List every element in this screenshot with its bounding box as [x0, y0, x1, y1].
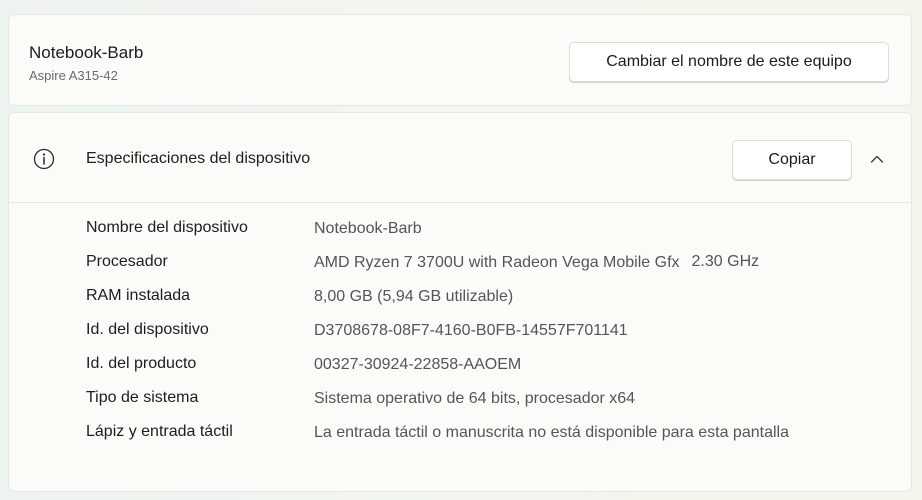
- spec-label: Tipo de sistema: [86, 389, 199, 406]
- processor-speed: 2.30 GHz: [691, 253, 760, 270]
- spec-label: Id. del producto: [86, 355, 197, 372]
- section-title: Especificaciones del dispositivo: [86, 150, 311, 167]
- spec-row-product-id: Id. del producto 00327-30924-22858-AAOEM: [86, 353, 896, 387]
- spec-label: Lápiz y entrada táctil: [86, 423, 233, 440]
- spec-value: D3708678-08F7-4160-B0FB-14557F701141: [314, 322, 628, 339]
- spec-value: Notebook-Barb: [314, 220, 422, 237]
- device-name: Notebook-Barb: [29, 43, 144, 62]
- spec-row-device-name: Nombre del dispositivo Notebook-Barb: [86, 217, 896, 251]
- spec-value: Sistema operativo de 64 bits, procesador…: [314, 390, 636, 407]
- spec-label: Procesador: [86, 253, 168, 270]
- device-name-card: Notebook-Barb Aspire A315-42 Cambiar el …: [8, 14, 912, 106]
- specifications-list: Nombre del dispositivo Notebook-Barb Pro…: [86, 217, 896, 473]
- copy-button[interactable]: Copiar: [732, 140, 852, 180]
- spec-value: 00327-30924-22858-AAOEM: [314, 356, 522, 373]
- spec-row-processor: Procesador AMD Ryzen 7 3700U with Radeon…: [86, 251, 896, 285]
- device-specifications-header[interactable]: Especificaciones del dispositivo Copiar: [9, 113, 911, 203]
- device-model: Aspire A315-42: [29, 68, 118, 83]
- info-icon: [33, 148, 55, 170]
- spec-label: RAM instalada: [86, 287, 191, 304]
- spec-value: 8,00 GB (5,94 GB utilizable): [314, 288, 514, 305]
- spec-row-device-id: Id. del dispositivo D3708678-08F7-4160-B…: [86, 319, 896, 353]
- spec-row-ram: RAM instalada 8,00 GB (5,94 GB utilizabl…: [86, 285, 896, 319]
- rename-pc-button[interactable]: Cambiar el nombre de este equipo: [569, 42, 889, 82]
- spec-row-pen-touch: Lápiz y entrada táctil La entrada táctil…: [86, 421, 896, 473]
- spec-row-system-type: Tipo de sistema Sistema operativo de 64 …: [86, 387, 896, 421]
- chevron-up-icon[interactable]: [867, 149, 887, 169]
- spec-value: AMD Ryzen 7 3700U with Radeon Vega Mobil…: [314, 254, 680, 271]
- spec-label: Id. del dispositivo: [86, 321, 209, 338]
- device-specifications-card: Especificaciones del dispositivo Copiar …: [8, 112, 912, 492]
- spec-value: La entrada táctil o manuscrita no está d…: [314, 424, 789, 441]
- spec-label: Nombre del dispositivo: [86, 219, 248, 236]
